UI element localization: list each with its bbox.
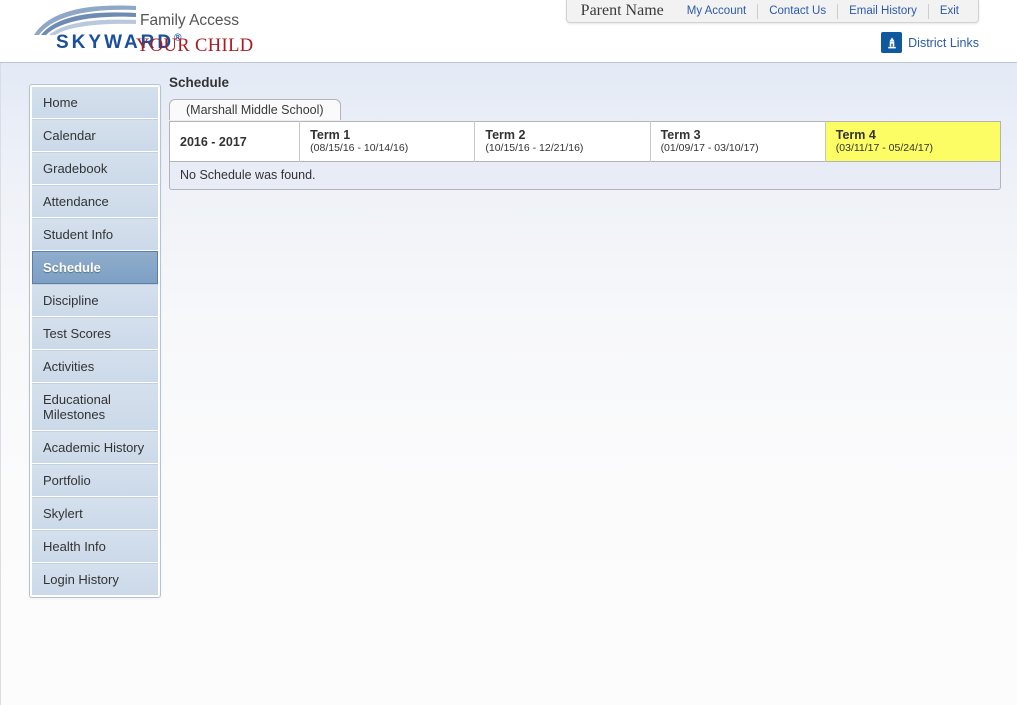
sidebar-item-calendar[interactable]: Calendar: [32, 119, 158, 152]
contact-us-link[interactable]: Contact Us: [757, 3, 837, 19]
sidebar-item-educational-milestones[interactable]: Educational Milestones: [32, 383, 158, 431]
body-area: Home Calendar Gradebook Attendance Stude…: [0, 63, 1017, 705]
term-name-3: Term 3: [660, 128, 701, 142]
term-dates-3: (01/09/17 - 03/10/17): [660, 142, 759, 154]
account-bar: Parent Name My Account Contact Us Email …: [565, 0, 979, 23]
parent-name-label: Parent Name: [580, 2, 664, 19]
term-dates-4: (03/11/17 - 05/24/17): [835, 142, 934, 154]
sidebar-item-attendance[interactable]: Attendance: [32, 185, 158, 218]
district-links-label: District Links: [908, 35, 979, 50]
sidebar-item-discipline[interactable]: Discipline: [32, 284, 158, 317]
term-name-2: Term 2: [485, 128, 526, 142]
main-content: Schedule (Marshall Middle School) 2016 -…: [169, 75, 1001, 190]
sidebar-item-gradebook[interactable]: Gradebook: [32, 152, 158, 185]
exit-link[interactable]: Exit: [927, 3, 970, 19]
sidebar-item-health-info[interactable]: Health Info: [32, 530, 158, 563]
term-header-table: 2016 - 2017 Term 1 (08/15/16 - 10/14/16)…: [169, 121, 1001, 162]
sidebar-item-skylert[interactable]: Skylert: [32, 497, 158, 530]
school-year-label: 2016 - 2017: [180, 134, 247, 149]
sidebar-item-schedule[interactable]: Schedule: [32, 251, 158, 284]
school-year-cell: 2016 - 2017: [169, 121, 301, 162]
sidebar-item-login-history[interactable]: Login History: [32, 563, 158, 595]
sidebar-item-student-info[interactable]: Student Info: [32, 218, 158, 251]
email-history-link[interactable]: Email History: [837, 3, 928, 19]
page-title: Schedule: [169, 75, 230, 90]
my-account-link[interactable]: My Account: [676, 4, 757, 19]
page-root: SKYWARD® Family Access YOUR CHILD Parent…: [0, 0, 1017, 705]
empty-schedule-message: No Schedule was found.: [169, 162, 1001, 190]
term-name-1: Term 1: [310, 128, 351, 142]
table-row: 2016 - 2017 Term 1 (08/15/16 - 10/14/16)…: [169, 121, 1001, 162]
sidebar-item-test-scores[interactable]: Test Scores: [32, 317, 158, 350]
sidebar-item-home[interactable]: Home: [32, 87, 158, 119]
school-tab-strip: (Marshall Middle School): [169, 99, 1001, 121]
district-links-button[interactable]: District Links: [881, 32, 979, 53]
sidebar-nav: Home Calendar Gradebook Attendance Stude…: [29, 84, 161, 598]
tab-school[interactable]: (Marshall Middle School): [169, 99, 341, 120]
term-cell-3[interactable]: Term 3 (01/09/17 - 03/10/17): [650, 121, 826, 162]
term-dates-2: (10/15/16 - 12/21/16): [485, 142, 584, 154]
app-title: Family Access: [140, 12, 240, 29]
student-name: YOUR CHILD: [136, 36, 254, 56]
sidebar-item-portfolio[interactable]: Portfolio: [32, 464, 158, 497]
term-cell-2[interactable]: Term 2 (10/15/16 - 12/21/16): [474, 121, 651, 162]
term-cell-1[interactable]: Term 1 (08/15/16 - 10/14/16): [299, 121, 476, 162]
term-cell-4[interactable]: Term 4 (03/11/17 - 05/24/17): [825, 121, 1001, 162]
term-name-4: Term 4: [835, 128, 876, 142]
app-header: SKYWARD® Family Access YOUR CHILD Parent…: [0, 0, 1017, 63]
sidebar-item-activities[interactable]: Activities: [32, 350, 158, 383]
term-dates-1: (08/15/16 - 10/14/16): [310, 142, 409, 154]
district-building-icon: [881, 32, 903, 53]
sidebar-item-academic-history[interactable]: Academic History: [32, 431, 158, 464]
brand-logo-block: SKYWARD® Family Access YOUR CHILD: [30, 4, 320, 60]
